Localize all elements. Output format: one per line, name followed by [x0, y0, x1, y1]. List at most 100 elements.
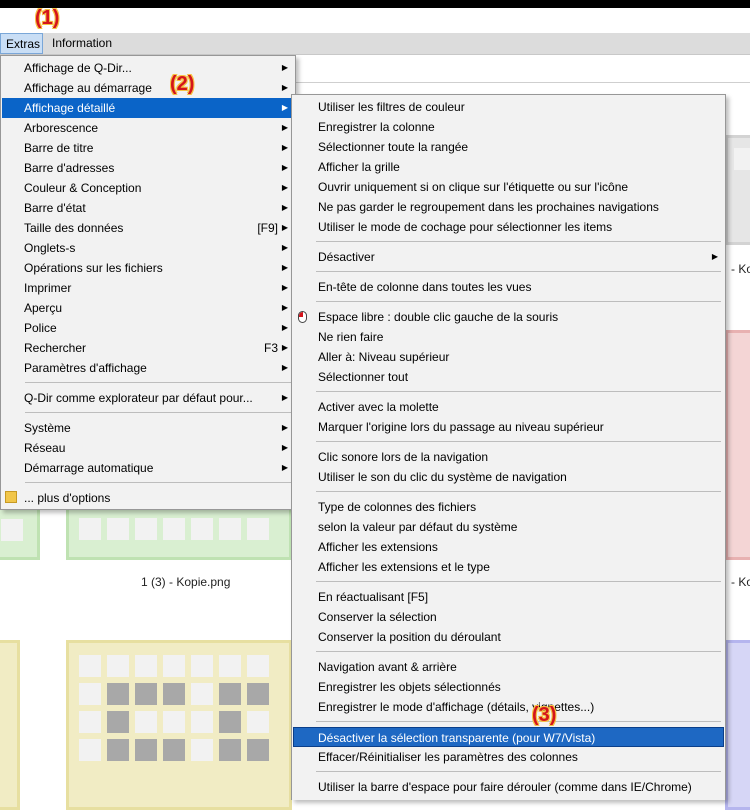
- chevron-right-icon: ▶: [281, 343, 288, 352]
- callout-2: (2): [170, 73, 195, 95]
- submenu-item[interactable]: En réactualisant [F5]: [293, 587, 724, 607]
- menu-separator: [316, 441, 721, 442]
- menu-separator: [316, 721, 721, 722]
- submenu-item[interactable]: Sélectionner tout: [293, 367, 724, 387]
- submenu-item-espace-libre[interactable]: Espace libre : double clic gauche de la …: [293, 307, 724, 327]
- file-caption: - Ko: [731, 262, 750, 276]
- submenu-item[interactable]: Aller à: Niveau supérieur: [293, 347, 724, 367]
- submenu-item[interactable]: En-tête de colonne dans toutes les vues: [293, 277, 724, 297]
- menu-item-demarrage-auto[interactable]: Démarrage automatique ▶: [2, 458, 294, 478]
- shortcut-label: [F9]: [257, 221, 278, 235]
- chevron-right-icon: ▶: [281, 363, 288, 372]
- chevron-right-icon: ▶: [281, 463, 288, 472]
- menu-separator: [316, 391, 721, 392]
- menu-separator: [316, 271, 721, 272]
- submenu-item[interactable]: selon la valeur par défaut du système: [293, 517, 724, 537]
- file-thumbnail[interactable]: [66, 640, 292, 810]
- file-thumbnail[interactable]: [0, 640, 20, 810]
- menu-separator: [316, 771, 721, 772]
- menu-item-systeme[interactable]: Système ▶: [2, 418, 294, 438]
- menu-item-barre-etat[interactable]: Barre d'état ▶: [2, 198, 294, 218]
- chevron-right-icon: ▶: [281, 143, 288, 152]
- submenu-item[interactable]: Enregistrer le mode d'affichage (détails…: [293, 697, 724, 717]
- chevron-right-icon: ▶: [281, 103, 288, 112]
- submenu-item[interactable]: Type de colonnes des fichiers: [293, 497, 724, 517]
- submenu-item-desactiver[interactable]: Désactiver ▶: [293, 247, 724, 267]
- menu-item-explorateur-defaut[interactable]: Q-Dir comme explorateur par défaut pour.…: [2, 388, 294, 408]
- submenu-item[interactable]: Sélectionner toute la rangée: [293, 137, 724, 157]
- submenu-item[interactable]: Utiliser les filtres de couleur: [293, 97, 724, 117]
- menu-extras[interactable]: Extras: [0, 33, 43, 54]
- chevron-right-icon: ▶: [281, 163, 288, 172]
- submenu-item[interactable]: Marquer l'origine lors du passage au niv…: [293, 417, 724, 437]
- submenu-item[interactable]: Afficher la grille: [293, 157, 724, 177]
- submenu-item[interactable]: Utiliser le mode de cochage pour sélecti…: [293, 217, 724, 237]
- submenu-item[interactable]: Afficher les extensions et le type: [293, 557, 724, 577]
- chevron-right-icon: ▶: [281, 263, 288, 272]
- submenu-item[interactable]: Afficher les extensions: [293, 537, 724, 557]
- chevron-right-icon: ▶: [281, 183, 288, 192]
- chevron-right-icon: ▶: [281, 283, 288, 292]
- submenu-item[interactable]: Ne pas garder le regroupement dans les p…: [293, 197, 724, 217]
- submenu-item[interactable]: Enregistrer les objets sélectionnés: [293, 677, 724, 697]
- chevron-right-icon: ▶: [281, 303, 288, 312]
- submenu-item[interactable]: Ne rien faire: [293, 327, 724, 347]
- menu-item-barre-adresses[interactable]: Barre d'adresses ▶: [2, 158, 294, 178]
- menu-item-arborescence[interactable]: Arborescence ▶: [2, 118, 294, 138]
- chevron-right-icon: ▶: [281, 123, 288, 132]
- menu-information[interactable]: Information: [47, 33, 117, 54]
- menu-item-police[interactable]: Police ▶: [2, 318, 294, 338]
- submenu-item[interactable]: Utiliser le son du clic du système de na…: [293, 467, 724, 487]
- menu-item-affichage-detaille[interactable]: Affichage détaillé ▶: [2, 98, 294, 118]
- menu-item-taille-donnees[interactable]: Taille des données [F9] ▶: [2, 218, 294, 238]
- menu-separator: [316, 491, 721, 492]
- chevron-right-icon: ▶: [281, 323, 288, 332]
- menu-item-operations-fichiers[interactable]: Opérations sur les fichiers ▶: [2, 258, 294, 278]
- shortcut-label: F3: [263, 341, 278, 355]
- menu-item-imprimer[interactable]: Imprimer ▶: [2, 278, 294, 298]
- callout-3: (3): [532, 704, 557, 726]
- file-thumbnail[interactable]: [725, 135, 750, 245]
- file-caption: 1 (3) - Kopie.png: [141, 575, 231, 589]
- menu-separator: [316, 581, 721, 582]
- extras-menu: Affichage de Q-Dir... ▶ Affichage au déma…: [0, 55, 296, 510]
- submenu-item[interactable]: Ouvrir uniquement si on clique sur l'éti…: [293, 177, 724, 197]
- menu-item-rechercher[interactable]: Rechercher F3 ▶: [2, 338, 294, 358]
- submenu-item[interactable]: Enregistrer la colonne: [293, 117, 724, 137]
- submenu-item[interactable]: Activer avec la molette: [293, 397, 724, 417]
- chevron-right-icon: ▶: [281, 443, 288, 452]
- window-top-edge: [0, 0, 750, 8]
- submenu-item[interactable]: Conserver la position du déroulant: [293, 627, 724, 647]
- menu-item-apercu[interactable]: Aperçu ▶: [2, 298, 294, 318]
- submenu-item[interactable]: Navigation avant & arrière: [293, 657, 724, 677]
- menu-item-affichage-demarrage[interactable]: Affichage au démarrage ▶: [2, 78, 294, 98]
- menu-separator: [316, 651, 721, 652]
- submenu-item[interactable]: Utiliser la barre d'espace pour faire dé…: [293, 777, 724, 797]
- callout-1: (1): [35, 7, 60, 29]
- file-thumbnail[interactable]: [66, 505, 292, 560]
- menu-separator: [316, 241, 721, 242]
- chevron-right-icon: ▶: [281, 223, 288, 232]
- submenu-item[interactable]: Conserver la sélection: [293, 607, 724, 627]
- menu-item-plus-options[interactable]: ... plus d'options: [2, 488, 294, 508]
- chevron-right-icon: ▶: [281, 243, 288, 252]
- mouse-icon: [298, 311, 307, 323]
- submenu-item[interactable]: Effacer/Réinitialiser les paramètres des…: [293, 747, 724, 767]
- chevron-right-icon: ▶: [281, 393, 288, 402]
- menu-item-parametres-affichage[interactable]: Paramètres d'affichage ▶: [2, 358, 294, 378]
- menu-separator: [25, 412, 291, 413]
- file-thumbnail[interactable]: [725, 330, 750, 560]
- submenu-item-desactiver-selection-transparente[interactable]: Désactiver la sélection transparente (po…: [293, 727, 724, 747]
- menu-item-couleur-conception[interactable]: Couleur & Conception ▶: [2, 178, 294, 198]
- chevron-right-icon: ▶: [281, 203, 288, 212]
- menu-bar: Extras Information: [0, 33, 750, 55]
- chevron-right-icon: ▶: [281, 83, 288, 92]
- menu-item-affichage-qdir[interactable]: Affichage de Q-Dir... ▶: [2, 58, 294, 78]
- submenu-item[interactable]: Clic sonore lors de la navigation: [293, 447, 724, 467]
- menu-item-onglets[interactable]: Onglets-s ▶: [2, 238, 294, 258]
- file-thumbnail[interactable]: [725, 640, 750, 810]
- menu-separator: [316, 301, 721, 302]
- menu-item-reseau[interactable]: Réseau ▶: [2, 438, 294, 458]
- menu-item-barre-titre[interactable]: Barre de titre ▶: [2, 138, 294, 158]
- menu-separator: [25, 382, 291, 383]
